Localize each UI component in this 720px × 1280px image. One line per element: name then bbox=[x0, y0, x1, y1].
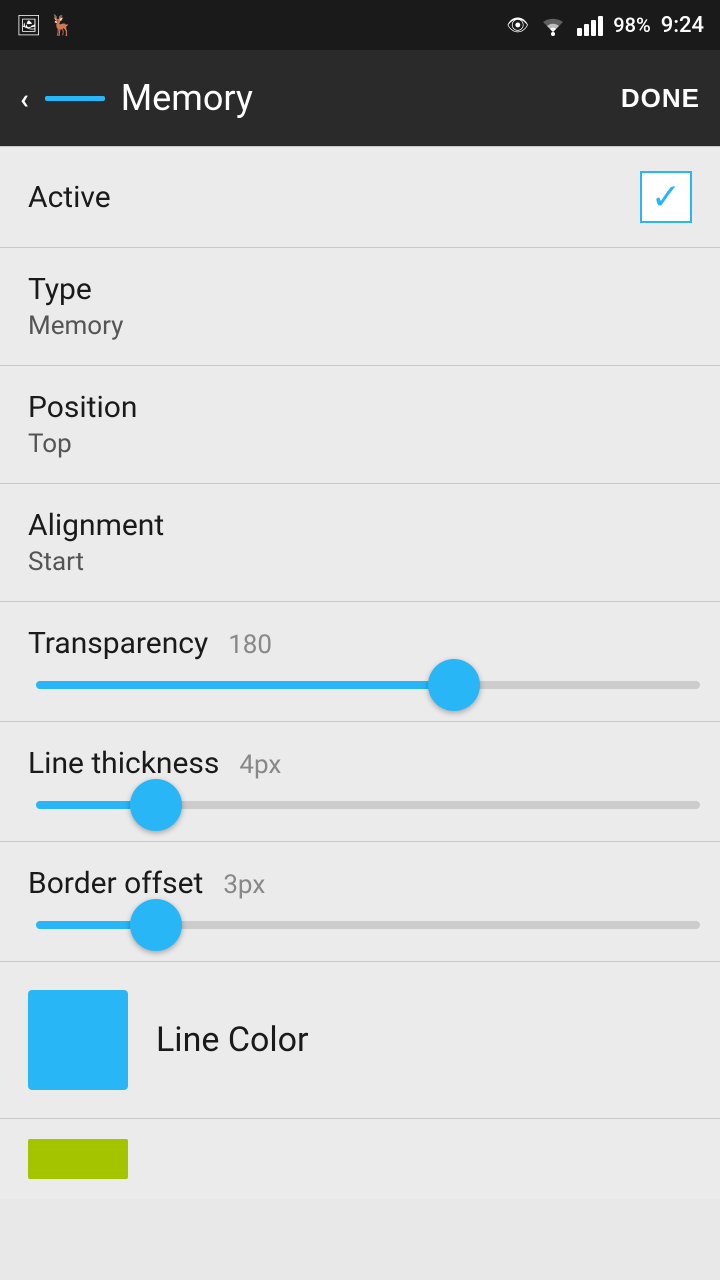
position-label: Position bbox=[28, 390, 692, 425]
toolbar-accent-bar bbox=[45, 96, 105, 101]
active-row[interactable]: Active ✓ bbox=[0, 147, 720, 247]
line-thickness-label: Line thickness bbox=[28, 746, 219, 781]
toolbar-left: ‹ Memory bbox=[20, 77, 253, 119]
battery-percentage: 98% bbox=[613, 13, 650, 37]
status-bar: 🖼 🦌 👁 98% 9:24 bbox=[0, 0, 720, 50]
border-offset-slider[interactable] bbox=[36, 921, 700, 929]
transparency-label: Transparency bbox=[28, 626, 208, 661]
wifi-icon bbox=[539, 14, 567, 36]
transparency-section: Transparency 180 bbox=[0, 602, 720, 721]
back-icon[interactable]: ‹ bbox=[20, 82, 29, 115]
line-color-swatch bbox=[28, 990, 128, 1090]
type-value: Memory bbox=[28, 311, 692, 341]
position-row[interactable]: Position Top bbox=[0, 366, 720, 483]
checkmark-icon: ✓ bbox=[651, 179, 681, 215]
active-label: Active bbox=[28, 180, 111, 215]
line-thickness-slider[interactable] bbox=[36, 801, 700, 809]
animal-icon: 🦌 bbox=[49, 13, 74, 37]
status-bar-left: 🖼 🦌 bbox=[16, 13, 74, 37]
line-thickness-thumb[interactable] bbox=[130, 779, 182, 831]
active-checkbox[interactable]: ✓ bbox=[640, 171, 692, 223]
border-offset-header: Border offset 3px bbox=[28, 866, 692, 901]
done-button[interactable]: DONE bbox=[621, 83, 700, 114]
transparency-value: 180 bbox=[228, 630, 272, 660]
eye-icon: 👁 bbox=[506, 15, 529, 36]
border-offset-value: 3px bbox=[223, 870, 265, 900]
line-color-row[interactable]: Line Color bbox=[0, 962, 720, 1118]
transparency-thumb[interactable] bbox=[428, 659, 480, 711]
border-offset-label: Border offset bbox=[28, 866, 203, 901]
alignment-row[interactable]: Alignment Start bbox=[0, 484, 720, 601]
type-label: Type bbox=[28, 272, 692, 307]
transparency-fill bbox=[36, 681, 454, 689]
clock: 9:24 bbox=[661, 13, 704, 38]
type-row[interactable]: Type Memory bbox=[0, 248, 720, 365]
signal-icon bbox=[577, 14, 603, 36]
bottom-color-swatch bbox=[28, 1139, 128, 1179]
alignment-value: Start bbox=[28, 547, 692, 577]
line-thickness-value: 4px bbox=[239, 750, 281, 780]
toolbar: ‹ Memory DONE bbox=[0, 50, 720, 146]
border-offset-section: Border offset 3px bbox=[0, 842, 720, 961]
page-title: Memory bbox=[121, 77, 253, 119]
line-thickness-section: Line thickness 4px bbox=[0, 722, 720, 841]
border-offset-thumb[interactable] bbox=[130, 899, 182, 951]
position-value: Top bbox=[28, 429, 692, 459]
bottom-color-row[interactable] bbox=[0, 1119, 720, 1199]
transparency-slider[interactable] bbox=[36, 681, 700, 689]
line-color-label: Line Color bbox=[156, 1020, 309, 1060]
transparency-header: Transparency 180 bbox=[28, 626, 692, 661]
line-thickness-header: Line thickness 4px bbox=[28, 746, 692, 781]
alignment-label: Alignment bbox=[28, 508, 692, 543]
gallery-icon: 🖼 bbox=[16, 13, 41, 37]
status-bar-right: 👁 98% 9:24 bbox=[506, 13, 704, 38]
